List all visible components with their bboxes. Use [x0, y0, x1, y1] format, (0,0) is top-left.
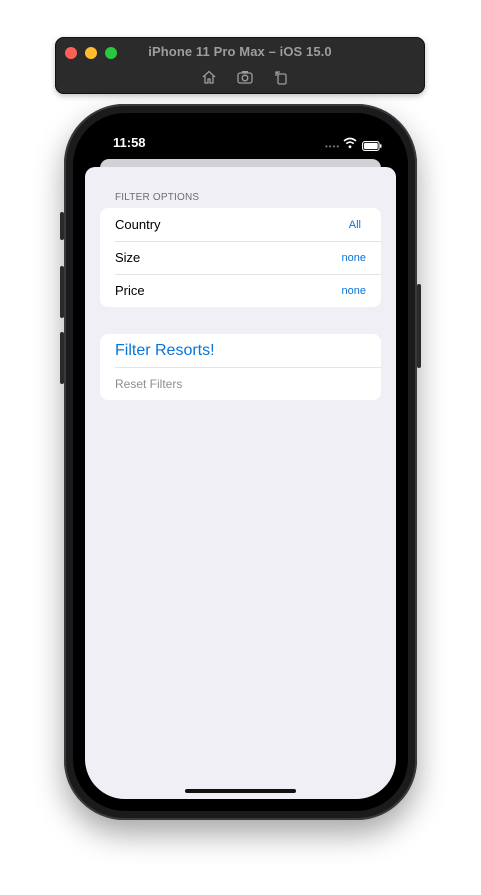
filter-row-label: Size: [115, 250, 141, 265]
screenshot-icon[interactable]: [236, 68, 254, 86]
filter-row-value: none: [341, 251, 366, 264]
filter-row-price[interactable]: Price none: [100, 274, 381, 307]
filter-row-country[interactable]: Country All: [100, 208, 381, 241]
home-indicator[interactable]: [185, 789, 296, 793]
mute-switch: [60, 212, 64, 240]
actions-group: Filter Resorts! Reset Filters: [100, 334, 381, 400]
filter-row-size[interactable]: Size none: [100, 241, 381, 274]
volume-up-button: [60, 266, 64, 318]
filter-row-value: none: [341, 284, 366, 297]
simulator-title: iPhone 11 Pro Max – iOS 15.0: [148, 44, 332, 59]
filter-resorts-label: Filter Resorts!: [115, 341, 215, 359]
simulator-toolbar: [200, 68, 290, 86]
battery-icon: [362, 138, 382, 151]
home-icon[interactable]: [200, 68, 218, 86]
status-time: 11:58: [113, 135, 146, 150]
side-button: [417, 284, 421, 368]
volume-down-button: [60, 332, 64, 384]
signal-dots-icon: ••••: [325, 142, 341, 151]
reset-filters-label: Reset Filters: [115, 376, 183, 391]
filter-row-value: All: [348, 218, 361, 231]
reset-filters-button[interactable]: Reset Filters: [100, 367, 381, 400]
rotate-icon[interactable]: [272, 68, 290, 86]
filter-options-group: Country All Size none Price none: [100, 208, 381, 307]
section-header: FILTER OPTIONS: [115, 192, 200, 203]
filter-sheet: FILTER OPTIONS Country All Size none Pri…: [85, 167, 396, 799]
wifi-icon: [343, 136, 357, 149]
simulator-window-bar: iPhone 11 Pro Max – iOS 15.0: [55, 37, 425, 94]
filter-resorts-button[interactable]: Filter Resorts!: [100, 334, 381, 367]
filter-row-label: Price: [115, 283, 145, 298]
filter-row-label: Country: [115, 217, 161, 232]
